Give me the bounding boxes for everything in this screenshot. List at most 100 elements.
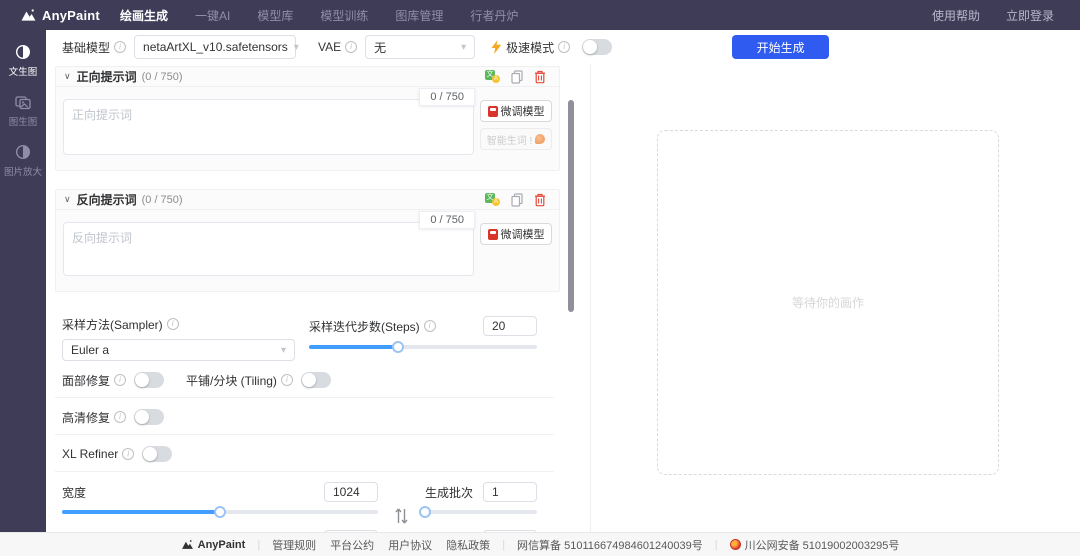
- width-slider-handle[interactable]: [214, 506, 226, 518]
- width-input[interactable]: [324, 482, 378, 502]
- negative-prompt-counter: (0 / 750): [141, 193, 183, 206]
- model-book-icon: [487, 228, 498, 240]
- swap-width-height-button[interactable]: [378, 482, 425, 532]
- model-book-icon: [487, 105, 498, 117]
- sidebar-item-image-to-image[interactable]: 图生图: [0, 94, 46, 128]
- sidebar-item-text-to-image[interactable]: 文生图: [0, 44, 46, 78]
- form-scrollbar[interactable]: [568, 100, 574, 312]
- collapse-chevron-icon[interactable]: ∨: [64, 195, 71, 204]
- width-label: 宽度: [62, 485, 87, 500]
- help-link[interactable]: 使用帮助: [932, 7, 980, 24]
- login-link[interactable]: 立即登录: [1006, 7, 1054, 24]
- footer-police-record[interactable]: 川公网安备 51019002003295号: [729, 537, 899, 553]
- info-icon[interactable]: i: [280, 374, 293, 386]
- footer-link-convention[interactable]: 平台公约: [330, 537, 374, 553]
- info-icon[interactable]: i: [114, 411, 127, 423]
- trash-icon[interactable]: [534, 70, 546, 84]
- info-icon[interactable]: i: [122, 448, 135, 460]
- width-slider[interactable]: [62, 506, 378, 518]
- model-toolbar: 基础模型 i netaArtXL_v10.safetensors ▾ VAE i…: [46, 30, 1080, 64]
- nav-item-model-library[interactable]: 模型库: [257, 7, 293, 24]
- main-nav: 绘画生成 一键AI 模型库 模型训练 图库管理 行者丹炉: [120, 7, 518, 24]
- face-restore-toggle[interactable]: [134, 372, 165, 388]
- chevron-down-icon: ▾: [293, 41, 299, 53]
- preview-panel: 等待你的画作: [590, 64, 1080, 532]
- hires-fix-toggle[interactable]: [134, 409, 165, 425]
- batch-count-slider[interactable]: [419, 506, 537, 518]
- divider: [55, 434, 554, 435]
- translate-icon[interactable]: 文 A: [485, 193, 500, 206]
- turbo-mode-toggle[interactable]: [582, 39, 613, 55]
- sidebar-item-image-upscale[interactable]: 图片放大: [0, 144, 46, 178]
- xl-refiner-toggle[interactable]: [142, 446, 173, 462]
- top-navbar: AnyPaint 绘画生成 一键AI 模型库 模型训练 图库管理 行者丹炉 使用…: [0, 0, 1080, 30]
- negative-char-count-badge: 0 / 750: [419, 211, 475, 229]
- image-to-image-icon: [15, 96, 31, 110]
- swap-arrows-icon: [395, 508, 408, 524]
- base-model-label: 基础模型 i: [62, 39, 127, 56]
- brand-name: AnyPaint: [42, 7, 100, 23]
- left-sidebar: 文生图 图生图 图片放大: [0, 30, 46, 532]
- steps-input[interactable]: [483, 316, 537, 336]
- sampler-value: Euler a: [71, 343, 110, 357]
- info-icon[interactable]: i: [558, 41, 571, 53]
- empty-result-text: 等待你的画作: [791, 296, 864, 310]
- info-icon[interactable]: i: [114, 374, 127, 386]
- copy-icon[interactable]: [511, 69, 523, 84]
- lightning-icon: [491, 40, 502, 54]
- nav-item-one-click-ai[interactable]: 一键AI: [195, 7, 230, 24]
- batch-count-slider-handle[interactable]: [419, 506, 431, 518]
- sampler-select[interactable]: Euler a ▾: [62, 339, 295, 361]
- trash-icon[interactable]: [534, 193, 546, 207]
- hires-fix-label: 高清修复 i: [62, 409, 127, 425]
- brand-logo[interactable]: AnyPaint: [20, 8, 106, 23]
- finetune-model-button[interactable]: 微调模型: [480, 100, 552, 122]
- smart-prompt-button[interactable]: 智能生词 !: [480, 128, 552, 150]
- mountain-logo-icon: [181, 540, 193, 549]
- page-footer: AnyPaint | 管理规则 平台公约 用户协议 隐私政策 | 网信算备 51…: [0, 532, 1080, 556]
- batch-count-input[interactable]: [483, 482, 537, 502]
- steps-label: 采样迭代步数(Steps) i: [309, 318, 436, 334]
- parameters-panel: ∨ 正向提示词 (0 / 750) 文 A 0 / 750 正向提示词 微调模型…: [46, 64, 590, 532]
- start-generate-button[interactable]: 开始生成: [732, 35, 830, 59]
- info-icon[interactable]: i: [114, 41, 127, 53]
- footer-brand: AnyPaint: [181, 539, 245, 551]
- steps-slider[interactable]: [309, 341, 537, 353]
- vae-value: 无: [374, 40, 387, 55]
- info-icon[interactable]: i: [166, 318, 179, 330]
- tiling-label: 平铺/分块 (Tiling) i: [186, 372, 293, 388]
- turbo-mode-group: 极速模式 i: [491, 39, 613, 56]
- nav-item-xingzhe-danlu[interactable]: 行者丹炉: [470, 7, 518, 24]
- footer-link-user-agreement[interactable]: 用户协议: [388, 537, 432, 553]
- sampler-label: 采样方法(Sampler) i: [62, 316, 295, 332]
- info-icon[interactable]: i: [345, 41, 358, 53]
- tiling-toggle[interactable]: [300, 372, 331, 388]
- police-badge-icon: [729, 539, 741, 550]
- nav-item-gallery-manage[interactable]: 图库管理: [395, 7, 443, 24]
- finetune-model-button[interactable]: 微调模型: [480, 223, 552, 245]
- nav-item-paint-generate[interactable]: 绘画生成: [120, 7, 168, 24]
- batch-count-label: 生成批次: [425, 485, 474, 500]
- base-model-value: netaArtXL_v10.safetensors: [143, 40, 288, 54]
- translate-icon[interactable]: 文 A: [485, 70, 500, 83]
- footer-link-rules[interactable]: 管理规则: [272, 537, 316, 553]
- divider: |: [257, 538, 261, 551]
- copy-icon[interactable]: [511, 192, 523, 207]
- negative-prompt-title: 反向提示词: [76, 193, 137, 207]
- vae-select[interactable]: 无 ▾: [365, 35, 476, 59]
- divider: |: [502, 538, 506, 551]
- base-model-select[interactable]: netaArtXL_v10.safetensors ▾: [134, 35, 299, 59]
- positive-prompt-input[interactable]: [63, 99, 474, 155]
- spark-hand-icon: [535, 134, 546, 144]
- footer-link-privacy[interactable]: 隐私政策: [446, 537, 490, 553]
- nav-item-model-training[interactable]: 模型训练: [320, 7, 368, 24]
- main-area: 基础模型 i netaArtXL_v10.safetensors ▾ VAE i…: [46, 30, 1080, 532]
- collapse-chevron-icon[interactable]: ∨: [64, 72, 71, 81]
- info-icon[interactable]: i: [423, 320, 436, 332]
- negative-prompt-input[interactable]: [63, 222, 474, 276]
- vae-label: VAE i: [318, 40, 358, 54]
- width-control: 宽度: [62, 482, 378, 518]
- positive-prompt-counter: (0 / 750): [141, 70, 183, 83]
- steps-slider-handle[interactable]: [391, 341, 404, 353]
- negative-prompt-card: ∨ 反向提示词 (0 / 750) 文 A 0 / 750 反向提示词 微调模型: [55, 189, 560, 292]
